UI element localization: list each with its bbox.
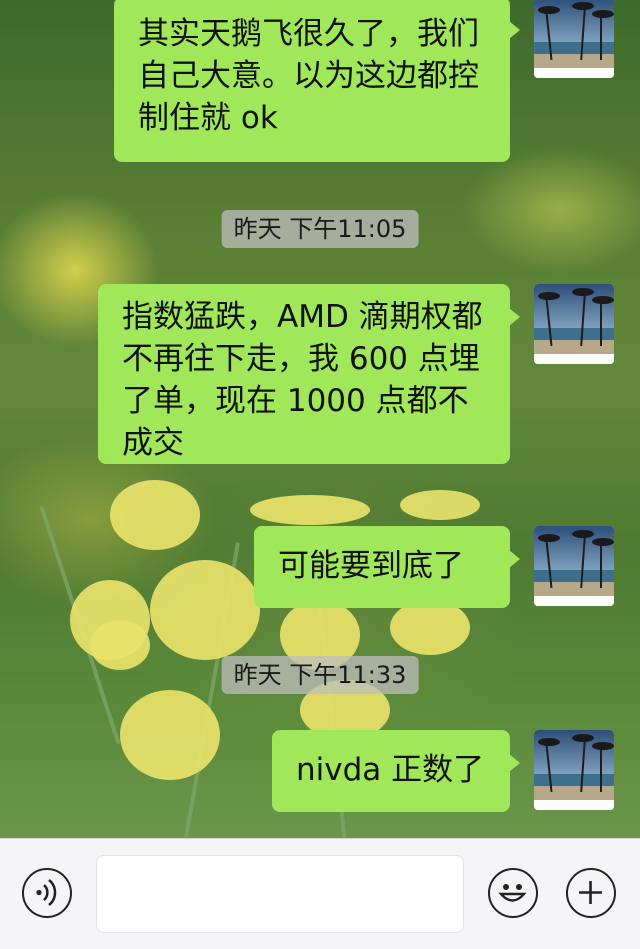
message-text: 其实天鹅飞很久了，我们自己大意。以为这边都控制住就 ok xyxy=(138,16,479,136)
emoji-button[interactable] xyxy=(488,868,538,918)
voice-button[interactable] xyxy=(22,868,72,918)
avatar[interactable] xyxy=(534,526,614,606)
message-text: 可能要到底了 xyxy=(278,548,464,584)
timestamp-text: 昨天 下午11:05 xyxy=(233,215,407,243)
timestamp-text: 昨天 下午11:33 xyxy=(233,661,407,689)
add-button[interactable] xyxy=(566,868,616,918)
plus-icon xyxy=(579,881,602,904)
emoji-icon xyxy=(498,884,527,902)
voice-icon xyxy=(36,879,57,906)
avatar[interactable] xyxy=(534,284,614,364)
avatar[interactable] xyxy=(534,0,614,78)
input-toolbar xyxy=(0,838,640,949)
avatar[interactable] xyxy=(534,730,614,810)
message-bubble[interactable]: 可能要到底了 xyxy=(254,526,520,608)
timestamp: 昨天 下午11:33 xyxy=(221,656,419,694)
message-bubble[interactable]: 指数猛跌，AMD 滴期权都不再往下走，我 600 点埋了单，现在 1000 点都… xyxy=(98,284,520,464)
message-bubble[interactable]: 其实天鹅飞很久了，我们自己大意。以为这边都控制住就 ok xyxy=(114,0,520,162)
message-text: 指数猛跌，AMD 滴期权都不再往下走，我 600 点埋了单，现在 1000 点都… xyxy=(122,299,483,461)
message-bubble[interactable]: nivda 正数了 xyxy=(272,730,520,812)
timestamp: 昨天 下午11:05 xyxy=(221,210,419,248)
message-text: nivda 正数了 xyxy=(296,752,485,788)
message-input[interactable] xyxy=(96,855,464,933)
